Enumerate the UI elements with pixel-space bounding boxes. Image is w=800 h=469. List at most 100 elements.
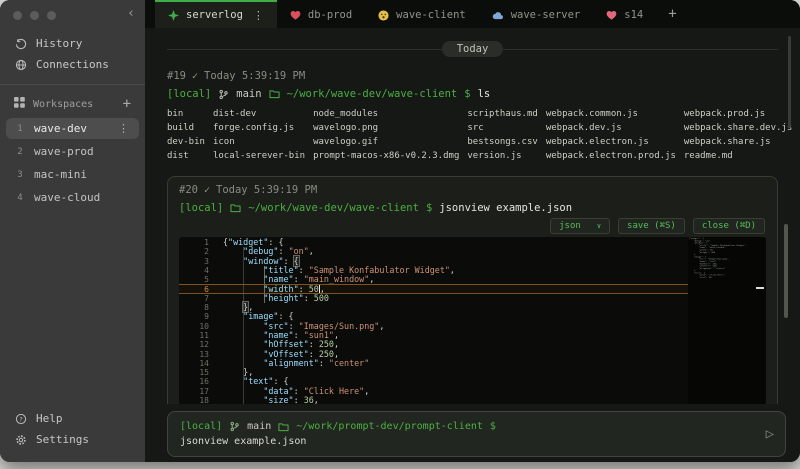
- file-name: dev-bin: [167, 135, 205, 149]
- send-command-icon[interactable]: ▷: [766, 426, 774, 442]
- sidebar-item-wave-dev[interactable]: 1wave-dev⋮: [6, 118, 139, 139]
- cwd-path: ~/work/wave-dev/wave-client: [287, 87, 458, 101]
- sidebar-item-wave-prod[interactable]: 2wave-prod: [6, 141, 139, 162]
- remote-host: [local]: [167, 87, 211, 101]
- command-input-box[interactable]: [local] main ~/work/prompt-dev/prompt-cl…: [167, 411, 786, 457]
- line-number: 2: [179, 247, 209, 256]
- tab-label: wave-server: [511, 9, 581, 21]
- sidebar-item-label: Settings: [36, 433, 89, 446]
- line-number: 5: [179, 275, 209, 284]
- line-number: 17: [179, 387, 209, 396]
- today-pill: Today: [442, 41, 504, 57]
- line-number: 13: [179, 350, 209, 359]
- timeline-divider: Today: [167, 41, 778, 57]
- line-number: 14: [179, 359, 209, 368]
- line-number: 11: [179, 331, 209, 340]
- mode-select-dropdown[interactable]: json ∨: [550, 218, 610, 234]
- file-name: webpack.common.js: [546, 107, 676, 121]
- file-name: dist: [167, 149, 205, 163]
- close-window-button[interactable]: [13, 11, 22, 20]
- command-block-19[interactable]: #19 ✓ Today 5:39:19 PM [local] main: [167, 70, 794, 163]
- workspaces-header: Workspaces +: [0, 94, 145, 116]
- sidebar-item-label: History: [36, 37, 82, 50]
- ls-output: binbuilddev-bindistdist-devforge.config.…: [167, 107, 794, 163]
- file-name: webpack.dev.js: [546, 121, 676, 135]
- workspace-index: 4: [16, 193, 24, 203]
- success-check-icon: ✓: [204, 184, 210, 197]
- tab-menu-icon[interactable]: ⋮: [253, 9, 264, 22]
- block-meta: #20 ✓ Today 5:39:19 PM: [179, 184, 766, 197]
- input-prompt-line: [local] main ~/work/prompt-dev/prompt-cl…: [180, 420, 751, 433]
- file-name: webpack.share.js: [684, 135, 792, 149]
- code-token: "name": [263, 274, 293, 284]
- tab-bar: serverlog ⋮ db-prod wave-client wave-server s…: [145, 0, 800, 28]
- file-name: readme.md: [684, 149, 792, 163]
- save-button[interactable]: save (⌘S): [618, 218, 685, 234]
- cwd-path: ~/work/wave-dev/wave-client: [248, 201, 419, 215]
- prompt-symbol: $: [426, 201, 432, 215]
- editor-scrollbar-thumb[interactable]: [784, 224, 788, 318]
- face-icon: [378, 10, 389, 21]
- tab-s14[interactable]: s14: [593, 0, 656, 28]
- sidebar-item-settings[interactable]: Settings: [0, 429, 145, 450]
- line-number: 7: [179, 294, 209, 303]
- tab-label: s14: [624, 9, 643, 21]
- prompt-line: [local] ~/work/wave-dev/wave-client $ js…: [179, 201, 766, 215]
- minimize-window-button[interactable]: [30, 11, 39, 20]
- workspace-index: 3: [16, 170, 24, 180]
- file-name: forge.config.js: [213, 121, 305, 135]
- ls-column: webpack.common.jswebpack.dev.js webpack.e…: [546, 107, 676, 163]
- sidebar-item-mac-mini[interactable]: 3mac-mini: [6, 164, 139, 185]
- minimap[interactable]: {"widget": { "debug": "on", "window": { …: [688, 237, 754, 404]
- sidebar-divider: [0, 84, 145, 85]
- collapse-sidebar-icon[interactable]: ‹: [127, 6, 135, 21]
- tab-label: wave-client: [396, 9, 466, 21]
- globe-icon: [14, 59, 27, 71]
- code-token: [223, 274, 263, 284]
- workspace-menu-icon[interactable]: ⋮: [118, 122, 129, 135]
- sidebar-item-wave-cloud[interactable]: 4wave-cloud: [6, 187, 139, 208]
- sidebar-item-history[interactable]: History: [0, 33, 145, 54]
- code-line-18: 18 "size": 36,: [179, 396, 688, 404]
- tabs: serverlog ⋮ db-prod wave-client wave-server s…: [155, 0, 656, 28]
- sidebar-item-connections[interactable]: Connections: [0, 54, 145, 75]
- main-scrollbar-thumb[interactable]: [788, 36, 791, 128]
- workspace-index: 1: [16, 124, 24, 134]
- git-branch-name: main: [236, 87, 261, 101]
- code-token: 500: [314, 293, 329, 303]
- folder-icon: [278, 422, 289, 432]
- tab-wave-server[interactable]: wave-server: [479, 0, 594, 28]
- file-name: webpack.electron.prod.js: [546, 149, 676, 163]
- tab-db-prod[interactable]: db-prod: [277, 0, 365, 28]
- line-number: 18: [179, 396, 209, 404]
- tab-wave-client[interactable]: wave-client: [365, 0, 479, 28]
- block-number: #19: [167, 70, 186, 83]
- tab-label: serverlog: [186, 9, 243, 21]
- json-code-editor[interactable]: 1{"widget": {2 "debug": "on",3 "window":…: [179, 237, 766, 404]
- command-input-value[interactable]: jsonview example.json: [180, 435, 751, 448]
- prompt-symbol: $: [490, 420, 496, 433]
- add-workspace-button[interactable]: +: [123, 99, 131, 109]
- chevron-down-icon: ∨: [597, 222, 601, 230]
- line-number: 4: [179, 266, 209, 275]
- sidebar-item-help[interactable]: ? Help: [0, 408, 145, 429]
- code-token: ,: [379, 321, 384, 331]
- code-token: ,: [364, 386, 369, 396]
- ls-column: binbuilddev-bindist: [167, 107, 205, 163]
- file-name: node_modules: [313, 107, 459, 121]
- file-name: local-serever-bin: [213, 149, 305, 163]
- help-icon: ?: [14, 413, 27, 425]
- new-tab-button[interactable]: +: [656, 6, 688, 22]
- block-timestamp: Today 5:39:19 PM: [216, 184, 317, 197]
- main-area: serverlog ⋮ db-prod wave-client wave-server s…: [145, 0, 800, 462]
- zoom-window-button[interactable]: [47, 11, 56, 20]
- sidebar: ‹ History Connections: [0, 0, 145, 462]
- command-block-20-selected[interactable]: #20 ✓ Today 5:39:19 PM [local] ~/work/wa…: [167, 176, 778, 404]
- line-number: 1: [179, 238, 209, 247]
- git-branch-icon: [218, 89, 229, 100]
- file-name: src: [467, 121, 537, 135]
- close-button[interactable]: close (⌘D): [693, 218, 765, 234]
- block-number: #20: [179, 184, 198, 197]
- tab-serverlog[interactable]: serverlog ⋮: [155, 0, 277, 28]
- code-token: "main_window": [304, 274, 370, 284]
